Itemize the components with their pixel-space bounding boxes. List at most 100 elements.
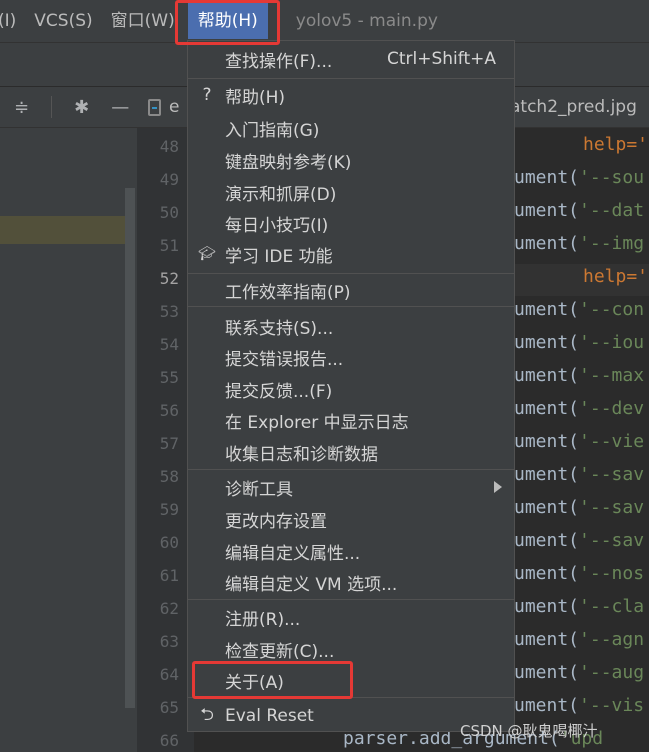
code-line[interactable]: ument('--sav (514, 497, 644, 518)
menu-separator (188, 306, 514, 307)
code-call: ument( (514, 464, 580, 485)
submenu-arrow-icon (494, 481, 502, 493)
menu-productivity-guide[interactable]: 工作效率指南(P) (188, 274, 514, 306)
menu-collect-logs[interactable]: 收集日志和诊断数据 (188, 436, 514, 468)
code-string: '--dat (579, 200, 645, 221)
code-line[interactable]: ument('--sav (514, 464, 644, 485)
line-number: 51 (159, 236, 179, 255)
menu-demos[interactable]: 演示和抓屏(D) (188, 176, 514, 208)
divider (51, 96, 53, 118)
code-call: ument( (514, 596, 580, 617)
menu-vcs[interactable]: VCS(S) (25, 0, 101, 42)
menu-submit-bug[interactable]: 提交错误报告... (188, 341, 514, 373)
code-call: ument( (514, 167, 580, 188)
code-call: ument( (514, 563, 580, 584)
code-string: '--iou (579, 332, 645, 353)
code-keyword: help=' (583, 266, 649, 287)
menu-submit-feedback[interactable]: 提交反馈...(F) (188, 373, 514, 405)
question-icon: ? (202, 85, 212, 105)
code-string: '--img (579, 233, 645, 254)
code-keyword: help=' (583, 134, 649, 155)
menu-register[interactable]: 注册(R)... (188, 601, 514, 633)
code-line[interactable]: ument('--aug (514, 662, 644, 683)
menu-diagnostic-tools[interactable]: 诊断工具 (188, 471, 514, 503)
menu-change-memory[interactable]: 更改内存设置 (188, 503, 514, 535)
menu-show-log[interactable]: 在 Explorer 中显示日志 (188, 404, 514, 436)
editor-tab-image[interactable]: atch2_pred.jpg (510, 87, 637, 127)
editor-tab[interactable]: e (148, 87, 179, 127)
code-line[interactable]: ument('--dat (514, 200, 644, 221)
line-number: 63 (159, 632, 179, 651)
code-string: '--agn (579, 629, 645, 650)
code-string: '--sav (579, 464, 645, 485)
shortcut-label: Ctrl+Shift+A (386, 49, 496, 69)
project-panel-actions: ≑ ✱ — (14, 87, 129, 127)
code-line[interactable]: ument('--max (514, 365, 644, 386)
line-number: 60 (159, 533, 179, 552)
code-call: ument( (514, 365, 580, 386)
code-call: ument( (514, 431, 580, 452)
line-number: 64 (159, 665, 179, 684)
gear-icon[interactable]: ✱ (74, 97, 89, 118)
code-line[interactable]: ument('--cla (514, 596, 644, 617)
help-menu-popup: 查找操作(F)... Ctrl+Shift+A ? 帮助(H) 入门指南(G) … (187, 40, 515, 732)
code-string: '--aug (579, 662, 645, 683)
window-title: yolov5 - main.py (295, 11, 438, 31)
line-number: 65 (159, 698, 179, 717)
code-line[interactable]: ument('--sav (514, 530, 644, 551)
menu-edit-vm-options[interactable]: 编辑自定义 VM 选项... (188, 566, 514, 598)
menu-tip-of-day[interactable]: 每日小技巧(I) (188, 207, 514, 239)
code-call: ument( (514, 200, 580, 221)
menu-window[interactable]: 窗口(W) (102, 0, 184, 42)
project-scrollbar[interactable] (125, 188, 135, 708)
line-number: 57 (159, 434, 179, 453)
line-number: 62 (159, 599, 179, 618)
tab-label: e (169, 97, 180, 117)
reset-arrow-icon: ⮌ (200, 704, 214, 725)
menu-edit-properties[interactable]: 编辑自定义属性... (188, 535, 514, 567)
code-line[interactable]: help=' (583, 266, 648, 287)
menu-separator (188, 599, 514, 600)
code-line[interactable]: ument('--img (514, 233, 644, 254)
code-string: '--cla (579, 596, 645, 617)
menubar: (I) VCS(S) 窗口(W) 帮助(H) yolov5 - main.py (0, 0, 649, 43)
file-icon (148, 98, 161, 116)
menu-help-item[interactable]: ? 帮助(H) (188, 79, 514, 111)
menu-find-action[interactable]: 查找操作(F)... Ctrl+Shift+A (188, 43, 514, 75)
code-line[interactable]: ument('--vie (514, 431, 644, 452)
code-string: '--sou (579, 167, 645, 188)
code-call: ument( (514, 497, 580, 518)
code-line[interactable]: ument('--vis (514, 695, 644, 716)
line-number: 56 (159, 401, 179, 420)
code-string: '--con (579, 299, 645, 320)
line-number: 49 (159, 170, 179, 189)
menu-learn-ide[interactable]: 🎓︎ 学习 IDE 功能 (188, 238, 514, 270)
collapse-all-icon[interactable]: ≑ (14, 97, 29, 118)
code-call: ument( (514, 398, 580, 419)
annotation-box-about (192, 661, 353, 699)
annotation-box-help-menu (175, 0, 280, 45)
menu-getting-started[interactable]: 入门指南(G) (188, 112, 514, 144)
minimize-icon[interactable]: — (111, 97, 129, 118)
code-line[interactable]: ument('--dev (514, 398, 644, 419)
line-number: 59 (159, 500, 179, 519)
menu-tools[interactable]: (I) (0, 0, 25, 42)
line-number: 55 (159, 368, 179, 387)
code-line[interactable]: ument('--nos (514, 563, 644, 584)
code-line[interactable]: ument('--agn (514, 629, 644, 650)
code-call: ument( (514, 233, 580, 254)
code-line[interactable]: ument('--iou (514, 332, 644, 353)
code-line[interactable]: help=' (583, 134, 648, 155)
code-string: '--vie (579, 431, 645, 452)
code-line[interactable]: ument('--con (514, 299, 644, 320)
line-number: 50 (159, 203, 179, 222)
menu-keymap-reference[interactable]: 键盘映射参考(K) (188, 144, 514, 176)
line-number: 61 (159, 566, 179, 585)
code-call: ument( (514, 332, 580, 353)
project-selected-row[interactable] (0, 216, 125, 244)
code-line[interactable]: ument('--sou (514, 167, 644, 188)
code-call: ument( (514, 629, 580, 650)
line-number: 66 (159, 731, 179, 750)
graduation-cap-icon: 🎓︎ (198, 246, 216, 262)
menu-contact-support[interactable]: 联系支持(S)... (188, 310, 514, 342)
